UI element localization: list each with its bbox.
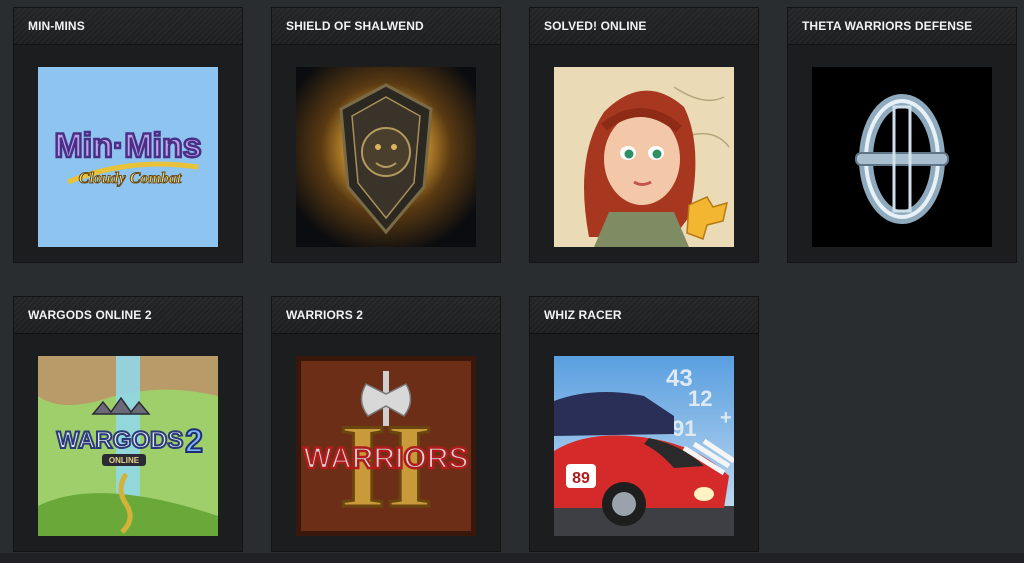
game-title[interactable]: WARRIORS 2 xyxy=(272,297,500,334)
game-card-whiz-racer[interactable]: WHIZ RACER 43 12 91 + 89 xyxy=(529,296,759,552)
redhead-girl-puzzle-icon xyxy=(554,67,734,247)
logo-line1: Min·Mins xyxy=(54,127,201,165)
car-number: 89 xyxy=(572,470,590,487)
theta-emblem-icon xyxy=(812,67,992,247)
game-thumbnail[interactable]: Min·Mins Cloudy Combat xyxy=(38,67,218,247)
game-card-shield-of-shalwend[interactable]: SHIELD OF SHALWEND xyxy=(271,7,501,263)
game-thumbnail[interactable]: WARGODS 2 ONLINE xyxy=(38,356,218,536)
game-card-solved-online[interactable]: SOLVED! ONLINE xyxy=(529,7,759,263)
min-mins-logo: Min·Mins Cloudy Combat xyxy=(38,67,218,247)
game-thumbnail[interactable]: 43 12 91 + 89 xyxy=(554,356,734,536)
game-thumbnail[interactable] xyxy=(296,67,476,247)
race-car-icon: 43 12 91 + 89 xyxy=(554,356,734,536)
game-title[interactable]: WHIZ RACER xyxy=(530,297,758,334)
game-title[interactable]: SOLVED! ONLINE xyxy=(530,8,758,45)
bg-number: 91 xyxy=(672,416,696,441)
logo-line2: ONLINE xyxy=(109,456,140,465)
game-title[interactable]: WARGODS ONLINE 2 xyxy=(14,297,242,334)
logo-number: 2 xyxy=(185,423,203,459)
game-card-min-mins[interactable]: MIN-MINS Min·Mins Cloudy Combat xyxy=(13,7,243,263)
bg-number: 12 xyxy=(688,386,712,411)
page-bottom-edge xyxy=(0,553,1024,563)
game-title[interactable]: MIN-MINS xyxy=(14,8,242,45)
game-title[interactable]: THETA WARRIORS DEFENSE xyxy=(788,8,1016,45)
logo-line1: WARGODS xyxy=(57,427,184,454)
game-thumbnail[interactable] xyxy=(812,67,992,247)
game-card-wargods-online-2[interactable]: WARGODS ONLINE 2 WARGODS 2 ONLINE xyxy=(13,296,243,552)
logo-line1: WARRIORS xyxy=(304,442,469,475)
logo-line2: Cloudy Combat xyxy=(79,170,182,187)
game-thumbnail[interactable] xyxy=(554,67,734,247)
lion-shield-icon xyxy=(296,67,476,247)
warriors-axe-logo: II WARRIORS xyxy=(296,356,476,536)
game-card-warriors-2[interactable]: WARRIORS 2 II WARRIORS xyxy=(271,296,501,552)
game-title[interactable]: SHIELD OF SHALWEND xyxy=(272,8,500,45)
game-card-theta-warriors-defense[interactable]: THETA WARRIORS DEFENSE xyxy=(787,7,1017,263)
game-thumbnail[interactable]: II WARRIORS xyxy=(296,356,476,536)
bg-number: + xyxy=(720,407,732,429)
wargods-logo: WARGODS 2 ONLINE xyxy=(38,356,218,536)
